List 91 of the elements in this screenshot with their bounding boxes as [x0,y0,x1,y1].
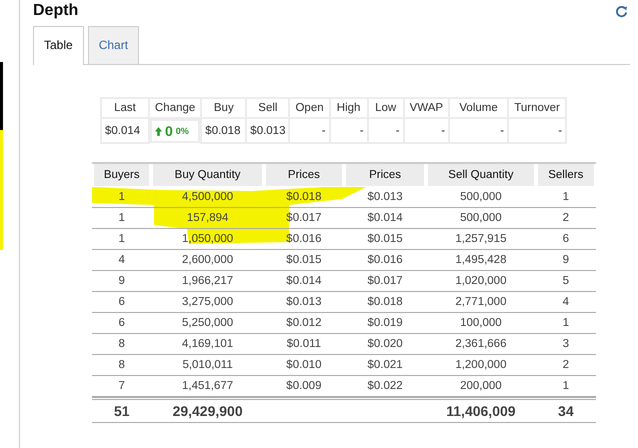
column-header: Last [101,98,149,118]
table-cell: 4,500,000 [151,187,264,208]
tab[interactable]: Chart [88,26,140,64]
table-cell: $0.019 [344,313,426,334]
table-cell: 1 [92,208,152,229]
table-cell: 9 [536,250,596,271]
table-cell: $0.021 [344,355,426,376]
column-header: Sell Quantity [426,164,536,187]
panel-title: Depth [33,2,78,20]
table-cell: 500,000 [426,208,536,229]
column-header: Buyers [92,164,152,187]
table-cell: 4,169,101 [151,334,264,355]
refresh-icon[interactable] [615,4,628,18]
table-cell: 6 [536,229,596,250]
table-cell: 2 [536,355,596,376]
table-cell: - [404,118,450,143]
column-header: Open [289,98,330,118]
table-cell: $0.013 [344,187,426,208]
table-cell: 1,020,000 [426,271,536,292]
table-cell: 6 [92,292,152,313]
column-header: Turnover [508,98,566,118]
table-cell: 1 [536,187,596,208]
table-cell: 3,275,000 [151,292,264,313]
table-cell: 5,250,000 [151,313,264,334]
table-cell: 1 [92,229,152,250]
table-cell: 5,010,011 [151,355,264,376]
column-header: Sellers [536,164,596,187]
table-cell: - [289,118,330,143]
table-cell: $0.020 [344,334,426,355]
column-header: Prices [344,164,426,187]
table-cell: $0.018 [201,118,246,143]
table-cell: $0.013 [246,118,290,143]
table-cell: $0.016 [344,250,426,271]
table-cell: $0.014 [101,118,149,143]
table-cell: 1 [536,376,596,397]
table-cell: 500,000 [426,187,536,208]
table-cell: 1,200,000 [426,355,536,376]
table-cell: 200,000 [426,376,536,397]
table-cell: - [330,118,368,143]
column-header: Buy Quantity [151,164,264,187]
table-cell: 8 [92,355,152,376]
total-cell: 29,429,900 [151,397,264,423]
column-header: Sell [246,98,290,118]
table-cell: 1,451,677 [151,376,264,397]
table-cell: 2 [536,208,596,229]
table-cell: 2,361,666 [426,334,536,355]
table-cell: 5 [536,271,596,292]
table-cell: 4 [536,292,596,313]
column-header: Volume [449,98,508,118]
table-cell: 100,000 [426,313,536,334]
table-cell: 7 [92,376,152,397]
column-header: High [330,98,368,118]
table-cell: $0.014 [344,208,426,229]
tab[interactable]: Table [33,26,84,65]
table-cell: $0.015 [264,250,344,271]
table-cell: 1,966,217 [151,271,264,292]
column-header: Change [149,98,202,118]
table-cell: $0.022 [344,376,426,397]
table-cell: $0.011 [264,334,344,355]
table-cell: 1 [92,187,152,208]
table-cell: $0.018 [264,187,344,208]
table-cell: 157,894 [151,208,264,229]
table-cell: 4 [92,250,152,271]
total-cell: 11,406,009 [426,397,536,423]
table-cell: $0.012 [264,313,344,334]
table-cell: 6 [92,313,152,334]
table-cell: 3 [536,334,596,355]
table-cell: - [449,118,508,143]
table-cell: 2,600,000 [151,250,264,271]
table-cell: - [368,118,404,143]
table-cell: $0.015 [344,229,426,250]
table-cell: $0.014 [264,271,344,292]
total-cell: 51 [92,397,152,423]
table-cell: $0.009 [264,376,344,397]
table-cell: 1,257,915 [426,229,536,250]
change-cell: 0 0% [150,119,200,143]
table-cell: 1 [536,313,596,334]
table-cell: 9 [92,271,152,292]
table-cell: $0.010 [264,355,344,376]
table-cell: 8 [92,334,152,355]
column-header: Prices [264,164,344,187]
column-header: VWAP [404,98,450,118]
column-header: Low [368,98,404,118]
table-cell: $0.013 [264,292,344,313]
table-cell: 2,771,000 [426,292,536,313]
table-cell: - [508,118,566,143]
table-cell: $0.017 [344,271,426,292]
column-header: Buy [201,98,246,118]
total-cell: 34 [536,397,596,423]
table-cell: 1,495,428 [426,250,536,271]
table-cell: $0.018 [344,292,426,313]
